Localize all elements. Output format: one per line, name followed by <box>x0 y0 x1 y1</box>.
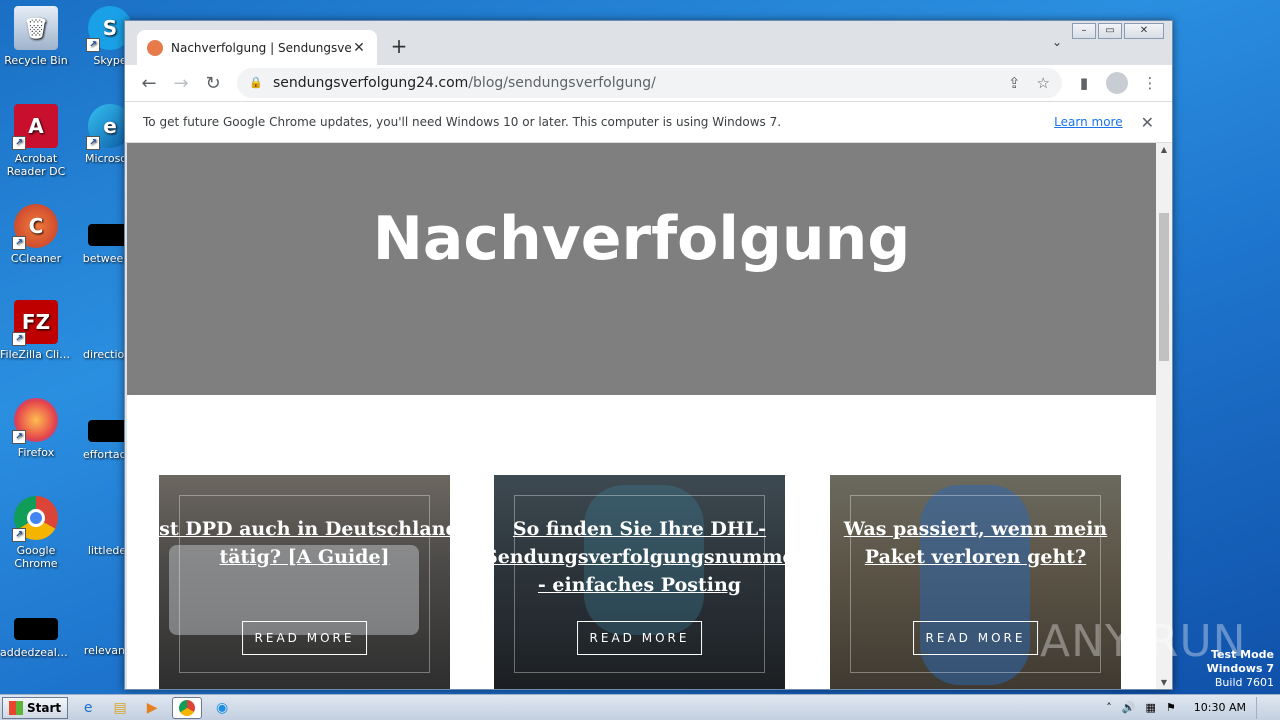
edge-taskbar-icon[interactable]: ◉ <box>210 697 234 719</box>
system-tray: ˄ 🔊 ▦ ⚑ 10:30 AM <box>1106 696 1280 719</box>
post-title-link[interactable]: Ist DPD auch in Deutschland tätig? [A Gu… <box>159 515 450 571</box>
learn-more-link[interactable]: Learn more <box>1054 115 1122 129</box>
read-more-button[interactable]: READ MORE <box>912 621 1039 655</box>
profile-avatar-icon[interactable] <box>1106 72 1128 94</box>
close-tab-icon[interactable]: ✕ <box>351 40 367 56</box>
volume-icon[interactable]: 🔊 <box>1122 701 1136 714</box>
desktop-icon-label: Google Chrome <box>14 544 58 570</box>
back-button[interactable]: ← <box>133 67 165 99</box>
infobar-message: To get future Google Chrome updates, you… <box>143 115 782 129</box>
scrollbar-thumb[interactable] <box>1159 213 1169 361</box>
post-title-link[interactable]: So finden Sie Ihre DHL-Sendungsverfolgun… <box>494 515 785 599</box>
post-title-link[interactable]: Was passiert, wenn mein Paket verloren g… <box>830 515 1121 571</box>
desktop-icon-label: Acrobat Reader DC <box>6 152 66 178</box>
reload-button[interactable]: ↻ <box>197 67 229 99</box>
action-center-flag-icon[interactable]: ⚑ <box>1166 701 1176 714</box>
url-path: /blog/sendungsverfolgung/ <box>468 75 656 91</box>
desktop-icon-addedzeala[interactable]: addedzeala... <box>0 596 72 659</box>
page-viewport: Nachverfolgung Ist DPD auch in Deutschla… <box>127 143 1156 689</box>
start-button[interactable]: Start <box>2 696 69 719</box>
hero-banner: Nachverfolgung <box>127 143 1156 395</box>
explorer-taskbar-icon[interactable]: ▤ <box>108 697 132 719</box>
read-more-button[interactable]: READ MORE <box>576 621 703 655</box>
ie-taskbar-icon[interactable]: e <box>76 697 100 719</box>
post-card[interactable]: Ist DPD auch in Deutschland tätig? [A Gu… <box>159 475 450 689</box>
desktop-icon-label: CCleaner <box>10 252 62 265</box>
minimize-button[interactable]: – <box>1072 23 1096 39</box>
desktop-icon-firefox[interactable]: ↗ Firefox <box>0 398 72 459</box>
chrome-window: Nachverfolgung | Sendungsverfolgu ✕ + ⌄ … <box>124 20 1173 690</box>
url-host: sendungsverfolgung24.com <box>273 75 469 91</box>
desktop-icon-label: addedzeala... <box>0 646 72 659</box>
share-icon[interactable]: ⇪ <box>1008 74 1021 92</box>
desktop-icon-label: Firefox <box>17 446 55 459</box>
browser-toolbar: ← → ↻ 🔒 sendungsverfolgung24.com/blog/se… <box>125 65 1172 101</box>
desktop-icon-label: Recycle Bin <box>4 54 68 67</box>
chrome-icon: ↗ <box>12 496 58 542</box>
close-infobar-icon[interactable]: ✕ <box>1141 113 1154 132</box>
test-mode-notice: Test Mode Windows 7 Build 7601 <box>1207 648 1274 690</box>
acrobat-icon: A ↗ <box>12 104 58 150</box>
side-panel-icon[interactable]: ▮ <box>1070 69 1098 97</box>
post-card[interactable]: So finden Sie Ihre DHL-Sendungsverfolgun… <box>494 475 785 689</box>
clock[interactable]: 10:30 AM <box>1194 701 1246 714</box>
tab-title: Nachverfolgung | Sendungsverfolgu <box>171 40 351 55</box>
lock-icon[interactable]: 🔒 <box>249 76 263 90</box>
test-mode-build: Build 7601 <box>1214 676 1274 689</box>
site-favicon-icon <box>147 39 163 56</box>
desktop-icon-chrome[interactable]: ↗ Google Chrome <box>0 496 72 570</box>
tab-search-chevron-icon[interactable]: ⌄ <box>1052 35 1062 49</box>
new-tab-button[interactable]: + <box>387 35 411 59</box>
tab-active[interactable]: Nachverfolgung | Sendungsverfolgu ✕ <box>137 30 377 65</box>
menu-kebab-icon[interactable]: ⋮ <box>1136 69 1164 97</box>
read-more-button[interactable]: READ MORE <box>241 621 368 655</box>
test-mode-line: Test Mode <box>1211 648 1274 661</box>
desktop-icons: 🗑 Recycle Bin S ↗ Skype A ↗ Acrobat Reader… <box>0 0 137 690</box>
address-bar[interactable]: 🔒 sendungsverfolgung24.com/blog/sendungs… <box>237 68 1062 98</box>
test-mode-line: Windows 7 <box>1206 662 1274 675</box>
tab-strip: Nachverfolgung | Sendungsverfolgu ✕ + ⌄ … <box>125 21 1172 65</box>
recycle-bin-icon: 🗑 <box>14 6 58 50</box>
desktop-icon-acrobat[interactable]: A ↗ Acrobat Reader DC <box>0 104 72 178</box>
scroll-down-arrow-icon[interactable]: ▼ <box>1156 678 1172 687</box>
desktop-icon-filezilla[interactable]: FZ ↗ FileZilla Client <box>0 300 72 361</box>
firefox-icon: ↗ <box>12 398 58 444</box>
network-icon[interactable]: ▦ <box>1146 701 1156 714</box>
windows-flag-icon <box>9 700 23 715</box>
media-player-taskbar-icon[interactable]: ▶ <box>140 697 164 719</box>
show-desktop-button[interactable] <box>1256 696 1270 719</box>
post-cards: Ist DPD auch in Deutschland tätig? [A Gu… <box>159 475 1121 689</box>
page-scrollbar[interactable]: ▲ ▼ <box>1156 143 1172 689</box>
bookmark-star-icon[interactable]: ☆ <box>1037 74 1050 92</box>
desktop-icon-ccleaner[interactable]: C ↗ CCleaner <box>0 204 72 265</box>
page-title: Nachverfolgung <box>372 204 911 274</box>
scroll-up-arrow-icon[interactable]: ▲ <box>1156 145 1172 154</box>
forward-button[interactable]: → <box>165 67 197 99</box>
desktop-icon-label: FileZilla Client <box>0 348 72 361</box>
tray-expand-icon[interactable]: ˄ <box>1106 701 1112 714</box>
file-icon <box>14 618 58 640</box>
ccleaner-icon: C ↗ <box>12 204 58 250</box>
window-controls: – ▭ ✕ <box>1072 23 1164 39</box>
maximize-button[interactable]: ▭ <box>1098 23 1122 39</box>
desktop-icon-recycle-bin[interactable]: 🗑 Recycle Bin <box>0 6 72 67</box>
update-infobar: To get future Google Chrome updates, you… <box>125 101 1172 143</box>
close-window-button[interactable]: ✕ <box>1124 23 1164 39</box>
chrome-taskbar-icon[interactable] <box>172 696 203 719</box>
filezilla-icon: FZ ↗ <box>12 300 58 346</box>
taskbar: Start e ▤ ▶ ◉ ˄ 🔊 ▦ ⚑ 10:30 AM <box>0 694 1280 720</box>
start-label: Start <box>27 700 62 715</box>
